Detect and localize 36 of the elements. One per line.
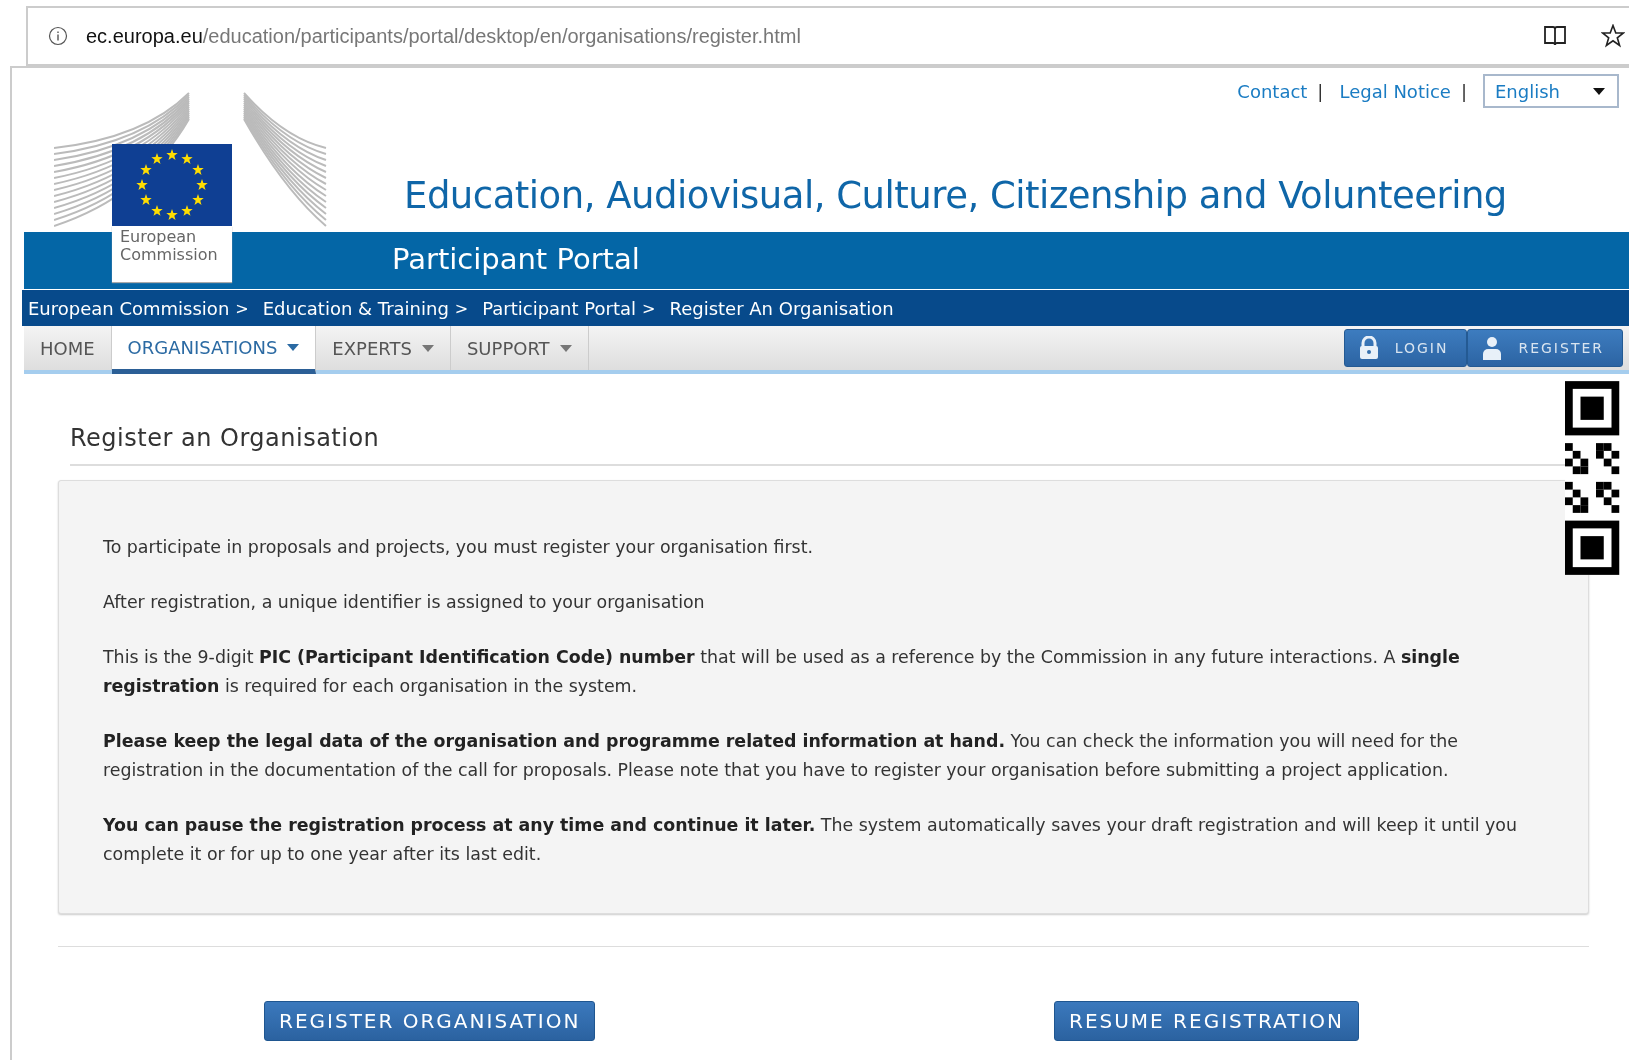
info-paragraph: This is the 9-digit PIC (Participant Identification Code) number that will be used as a reference by the Commission in any future interactions. A single registration is required for each organisation in the system. (103, 646, 1461, 698)
nav-tab[interactable]: SUPPORT (450, 326, 589, 370)
action-button[interactable]: REGISTER ORGANISATION (264, 1001, 596, 1041)
register-button[interactable]: REGISTER (1467, 329, 1623, 367)
breadcrumb-link[interactable]: European Commission (28, 297, 230, 319)
info-paragraph: To participate in proposals and projects, you must register your organisation first. (103, 536, 814, 559)
portal-title: Participant Portal (392, 242, 640, 276)
reading-view-icon[interactable] (1543, 25, 1567, 47)
top-link[interactable]: Contact (1237, 80, 1308, 102)
info-icon[interactable] (48, 26, 68, 46)
url-text: ec.europa.eu/education/participants/portal/desktop/en/organisations/register.html (86, 24, 802, 48)
top-link[interactable]: Legal Notice (1339, 80, 1451, 102)
star-icon[interactable] (1601, 24, 1625, 48)
info-paragraph: You can pause the registration process at any time and continue it later. The system automatically saves your draft registration and will keep it until you complete it or for up to one year after its last edit. (103, 814, 1519, 866)
breadcrumb-separator: > (642, 298, 656, 318)
caret-icon (1593, 87, 1605, 95)
info-paragraph: After registration, a unique identifier is assigned to your organisation (103, 591, 706, 614)
breadcrumb-separator: > (454, 298, 469, 318)
user-icon (1482, 336, 1503, 360)
nav-tab[interactable]: HOME (24, 326, 112, 370)
lock-icon (1358, 336, 1379, 360)
site-title: Education, Audiovisual, Culture, Citizenship and Volunteering (404, 174, 1507, 217)
nav-tab[interactable]: EXPERTS (316, 326, 451, 370)
separator: | (1317, 80, 1324, 102)
address-bar[interactable]: ec.europa.eu/education/participants/portal/desktop/en/organisations/register.html (26, 6, 1629, 66)
breadcrumb-separator: > (235, 298, 249, 318)
separator: | (1460, 80, 1467, 102)
login-button[interactable]: LOGIN (1343, 329, 1468, 367)
breadcrumb-link[interactable]: Education & Training (262, 297, 449, 319)
logo-text: European Commission (112, 226, 232, 282)
action-button[interactable]: RESUME REGISTRATION (1054, 1001, 1359, 1041)
breadcrumb-link[interactable]: Participant Portal (482, 297, 637, 319)
language-select[interactable]: English (1483, 74, 1619, 108)
breadcrumb-link[interactable]: Register An Organisation (669, 297, 894, 319)
info-paragraph: Please keep the legal data of the organisation and programme related information at hand. You can check the information you will need for the registration in the documentation of the call for proposals. Please note that you have to register your organisation before submitting a project application. (103, 730, 1459, 782)
nav-tab[interactable]: ORGANISATIONS (111, 326, 317, 374)
